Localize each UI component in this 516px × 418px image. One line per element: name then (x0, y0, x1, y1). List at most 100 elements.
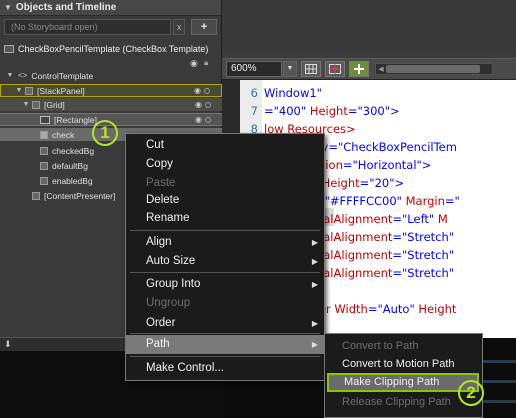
eye-icon[interactable]: ◉ (190, 58, 198, 69)
grid-view-icon[interactable] (301, 61, 321, 77)
code-token: ="Stretch" (392, 266, 455, 280)
tree-item-label: defaultBg (52, 160, 88, 171)
add-icon[interactable] (349, 61, 369, 77)
lock-toggle-icon[interactable] (205, 101, 211, 108)
code-token: M (437, 212, 448, 226)
line-number: 7 (250, 104, 258, 118)
code-token: ="Left" (392, 212, 438, 226)
down-arrow-icon[interactable]: ⬇ (4, 339, 12, 350)
code-token: Height (309, 104, 348, 118)
lock-toggle-icon[interactable] (205, 116, 211, 123)
tree-item-controltemplate[interactable]: ▼ <> ControlTemplate (0, 69, 222, 82)
grid-icon (32, 100, 40, 109)
lock-icon[interactable]: 🔒︎ (204, 58, 208, 68)
zoom-dropdown-icon[interactable]: ▼ (283, 61, 297, 77)
code-token: ="CheckBoxPencilTem (328, 140, 457, 154)
tree-item-grid[interactable]: ▼ [Grid] ◉ (0, 98, 222, 111)
new-storyboard-button[interactable]: + (191, 19, 217, 35)
menu-item-group-into[interactable]: Group Into ▶ (126, 275, 324, 294)
code-token: ="20"> (359, 176, 405, 190)
template-title: CheckBoxPencilTemplate (CheckBox Templat… (18, 44, 209, 54)
code-token: Height (321, 176, 360, 190)
tree-item-label: ControlTemplate (31, 70, 94, 81)
tree-item-stackpanel[interactable]: ▼ [StackPanel] ◉ (0, 84, 222, 97)
scroll-left-icon[interactable]: ◀ (376, 65, 386, 73)
menu-item-delete[interactable]: Delete (126, 191, 324, 210)
menu-separator (130, 230, 320, 231)
menu-item-make-control[interactable]: Make Control... (126, 359, 324, 378)
menu-item-label: Group Into (146, 278, 201, 290)
submenu-arrow-icon: ▶ (311, 319, 318, 328)
menu-item-copy[interactable]: Copy (126, 155, 324, 174)
close-storyboard-button[interactable]: x (173, 19, 186, 35)
menu-item-align[interactable]: Align ▶ (126, 233, 324, 252)
code-token: =" (444, 194, 460, 208)
submenu-arrow-icon: ▶ (311, 280, 318, 289)
path-submenu: Convert to Path Convert to Motion Path M… (324, 333, 483, 418)
expand-arrow-icon[interactable]: ▼ (6, 72, 14, 79)
submenu-item-label: Release Clipping Path (342, 396, 451, 408)
code-token: ="Horizontal"> (342, 158, 432, 172)
line-number: 6 (250, 86, 258, 100)
submenu-arrow-icon: ▶ (311, 257, 318, 266)
submenu-item-make-clipping-path[interactable]: Make Clipping Path (327, 373, 479, 392)
menu-separator (130, 333, 320, 334)
panel-title: Objects and Timeline (15, 2, 117, 13)
menu-item-auto-size[interactable]: Auto Size ▶ (126, 252, 324, 271)
panel-header[interactable]: ▼ Objects and Timeline (0, 0, 221, 16)
tree-item-label: [ContentPresenter] (44, 190, 116, 201)
code-line: Window1" (264, 84, 322, 102)
code-token: ="Stretch" (392, 248, 455, 262)
tree-item-label: [Grid] (44, 99, 65, 110)
menu-item-label: Rename (146, 212, 190, 224)
menu-item-path[interactable]: Path ▶ (126, 335, 324, 354)
code-token: ="#FFFFCC00" (314, 194, 406, 208)
eye-icon[interactable]: ◉ (194, 86, 201, 95)
context-menu: Cut Copy Paste Delete Rename Align ▶ Auto… (125, 133, 325, 381)
menu-item-label: Make Control... (146, 362, 224, 374)
path-icon (40, 161, 48, 170)
path-icon (40, 176, 48, 185)
tree-item-label: check (52, 129, 75, 140)
submenu-item-label: Convert to Path (342, 340, 419, 352)
step-two-badge: 2 (458, 380, 484, 406)
divider (480, 400, 516, 403)
expand-arrow-icon[interactable]: ▼ (15, 87, 23, 94)
code-token: ="400" (264, 104, 310, 118)
code-token: Margin (405, 194, 445, 208)
lock-toggle-icon[interactable] (204, 87, 210, 94)
path-icon (40, 130, 48, 139)
menu-item-label: Path (146, 338, 170, 350)
horizontal-scrollbar[interactable]: ◀ (375, 63, 493, 75)
submenu-arrow-icon: ▶ (311, 340, 318, 349)
eye-icon[interactable]: ◉ (195, 115, 202, 124)
menu-item-rename[interactable]: Rename (126, 209, 324, 228)
template-scope-row[interactable]: CheckBoxPencilTemplate (CheckBox Templat… (0, 40, 221, 58)
editor-toolbar: 600% ▼ ◀ (222, 58, 516, 80)
storyboard-row: (No Storyboard open) x + (0, 16, 221, 38)
return-scope-icon[interactable] (4, 45, 14, 53)
zoom-field[interactable]: 600% (226, 61, 282, 77)
menu-item-ungroup: Ungroup (126, 294, 324, 313)
menu-item-label: Auto Size (146, 255, 196, 267)
step-one-badge: 1 (92, 120, 118, 146)
collapse-triangle-icon[interactable]: ▼ (4, 3, 12, 12)
code-line: ="400" Height="300"> (264, 102, 400, 120)
menu-separator (130, 272, 320, 273)
code-token: Height (418, 302, 457, 316)
editor-top-area (222, 0, 516, 58)
storyboard-picker[interactable]: (No Storyboard open) (4, 19, 172, 35)
menu-item-order[interactable]: Order ▶ (126, 314, 324, 333)
submenu-item-convert-to-path: Convert to Path (325, 337, 482, 356)
expand-arrow-icon[interactable]: ▼ (22, 101, 30, 108)
eye-icon[interactable]: ◉ (195, 100, 202, 109)
menu-item-label: Ungroup (146, 297, 191, 309)
submenu-item-convert-to-motion-path[interactable]: Convert to Motion Path (325, 355, 482, 374)
tree-item-label: [Rectangle] (54, 114, 97, 125)
code-token: ="Stretch" (392, 230, 455, 244)
code-token: Window1" (264, 86, 322, 100)
submenu-item-label: Convert to Motion Path (342, 358, 455, 370)
snap-grid-icon[interactable] (325, 61, 345, 77)
scrollbar-thumb[interactable] (386, 65, 480, 73)
menu-item-cut[interactable]: Cut (126, 136, 324, 155)
